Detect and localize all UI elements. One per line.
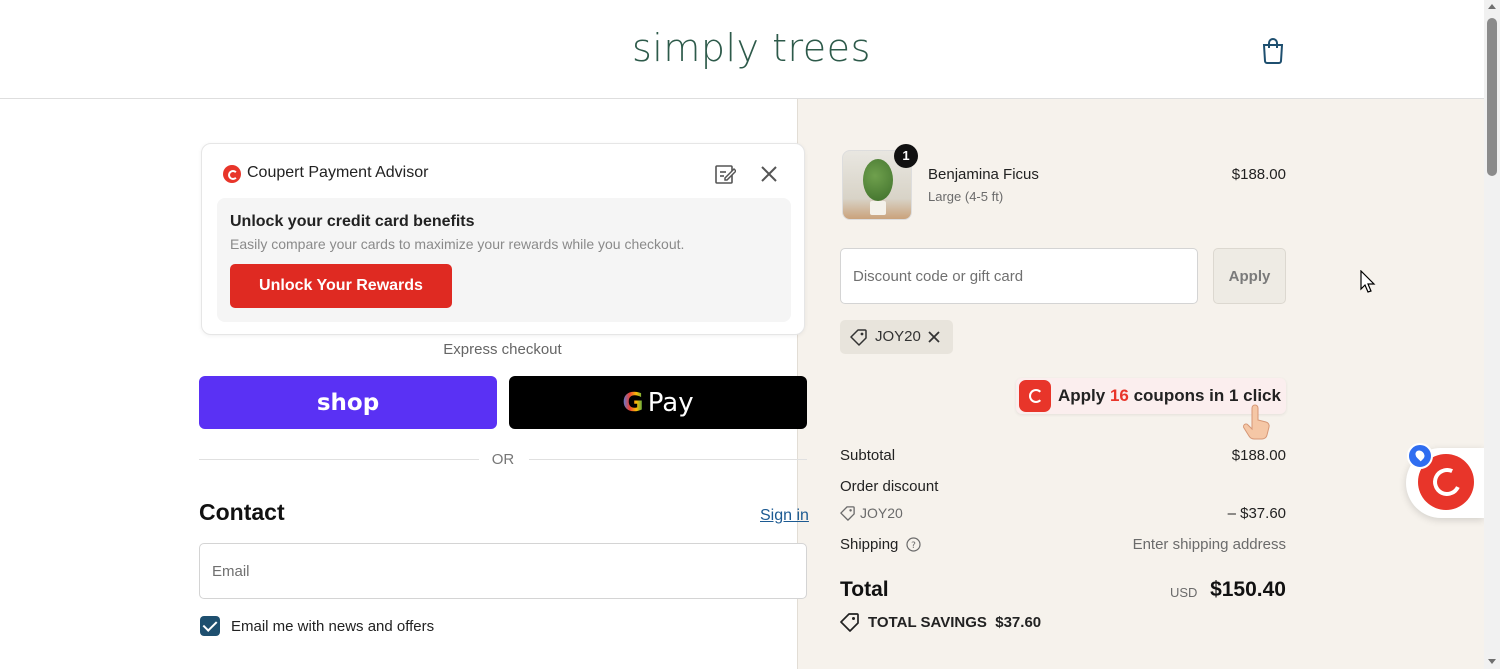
applied-code-text: JOY20 — [875, 328, 921, 345]
total-label: Total — [840, 578, 889, 601]
coupert-logo-icon — [223, 165, 241, 183]
close-icon[interactable] — [758, 163, 780, 185]
site-logo[interactable]: simply trees — [632, 26, 871, 70]
tag-icon — [850, 329, 867, 346]
unlock-rewards-button[interactable]: Unlock Your Rewards — [230, 264, 452, 308]
discount-code-label: JOY20 — [860, 505, 903, 521]
rocket-badge-icon[interactable] — [1407, 443, 1433, 469]
order-discount-label: Order discount — [840, 478, 939, 495]
or-divider: OR — [199, 450, 807, 470]
advisor-subtext: Easily compare your cards to maximize yo… — [230, 236, 685, 252]
product-variant: Large (4-5 ft) — [928, 189, 1004, 204]
shopping-bag-icon[interactable] — [1260, 36, 1286, 64]
edit-icon[interactable] — [714, 163, 736, 185]
page-scrollbar[interactable] — [1484, 0, 1500, 669]
mouse-cursor-icon — [1360, 270, 1376, 293]
scroll-up-arrow-icon[interactable] — [1488, 4, 1496, 9]
sign-in-link[interactable]: Sign in — [760, 507, 809, 525]
advisor-content-box: Unlock your credit card benefits Easily … — [217, 198, 791, 322]
contact-heading: Contact — [199, 499, 285, 525]
newsletter-checkbox[interactable] — [200, 616, 220, 636]
apply-discount-button[interactable]: Apply — [1213, 248, 1286, 304]
shop-pay-button[interactable]: shop — [199, 376, 497, 429]
svg-text:?: ? — [911, 541, 916, 551]
coupert-logo-icon — [1019, 380, 1051, 412]
discount-code-input[interactable] — [840, 248, 1198, 304]
savings-tag-icon — [840, 613, 859, 632]
apply-coupons-text: Apply 16 coupons in 1 click — [1058, 386, 1281, 405]
coupert-advisor-card: Coupert Payment Advisor Unlock your cred… — [201, 143, 805, 335]
pot-image — [870, 201, 886, 215]
product-price: $188.00 — [1231, 166, 1286, 183]
tag-icon — [840, 506, 855, 521]
email-field[interactable] — [199, 543, 807, 599]
total-savings: TOTAL SAVINGS $37.60 — [868, 614, 1042, 631]
gpay-label: Pay — [647, 387, 694, 418]
site-header: simply trees — [0, 0, 1484, 99]
divider-line-right — [529, 459, 807, 460]
newsletter-label: Email me with news and offers — [231, 618, 435, 635]
applied-code-chip: JOY20 — [840, 320, 953, 354]
pointing-hand-icon — [1243, 404, 1270, 440]
shipping-value: Enter shipping address — [1132, 536, 1286, 553]
total-value: $150.40 — [1210, 578, 1286, 601]
google-pay-button[interactable]: G Pay — [509, 376, 807, 429]
tree-image — [863, 159, 893, 201]
remove-code-icon[interactable] — [927, 330, 941, 344]
currency-label: USD — [1170, 585, 1198, 600]
advisor-heading: Unlock your credit card benefits — [230, 213, 475, 230]
quantity-badge: 1 — [894, 144, 918, 168]
scroll-down-arrow-icon[interactable] — [1488, 659, 1496, 664]
help-icon[interactable]: ? — [906, 537, 921, 552]
product-name: Benjamina Ficus — [928, 166, 1039, 183]
discount-value: – $37.60 — [1227, 505, 1286, 522]
express-checkout-label: Express checkout — [443, 341, 562, 358]
scroll-thumb[interactable] — [1487, 18, 1497, 176]
subtotal-value: $188.00 — [1231, 447, 1286, 464]
google-g-icon: G — [622, 387, 644, 418]
shipping-label: Shipping — [840, 536, 899, 553]
subtotal-label: Subtotal — [840, 447, 896, 464]
advisor-title: Coupert Payment Advisor — [247, 164, 429, 181]
